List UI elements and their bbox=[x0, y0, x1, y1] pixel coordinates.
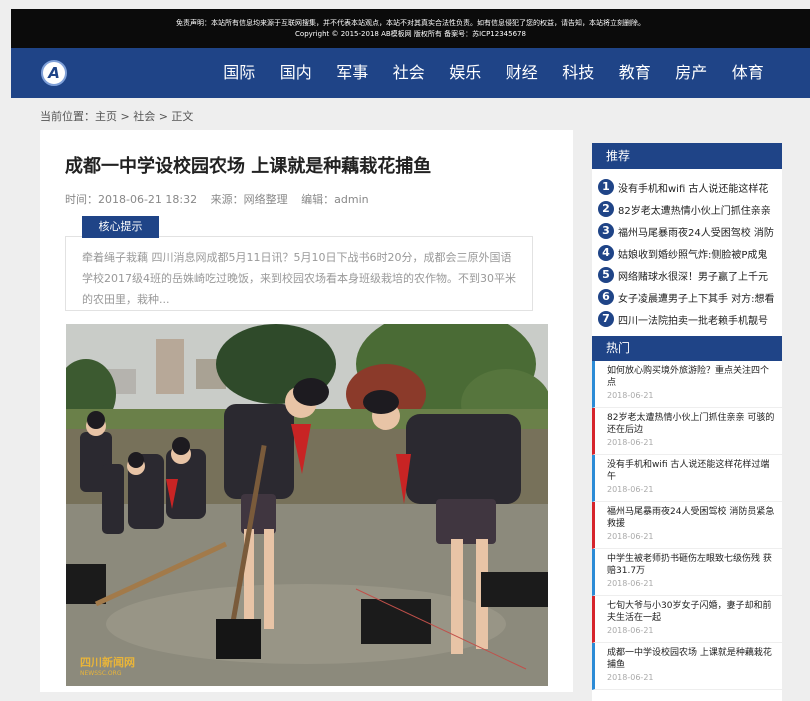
hot-item-date: 2018-06-21 bbox=[607, 579, 654, 588]
hot-item[interactable]: 如何放心购买境外旅游险？重点关注四个点 2018-06-21 bbox=[592, 361, 782, 408]
top-disclaimer-bar: 免责声明：本站所有信息均来源于互联网搜集，并不代表本站观点，本站不对其真实合法性… bbox=[11, 9, 810, 48]
hot-item-date: 2018-06-21 bbox=[607, 673, 654, 682]
list-item[interactable]: 6 女子凌晨遭男子上下其手 对方:想看 bbox=[598, 286, 782, 308]
list-item-title[interactable]: 女子凌晨遭男子上下其手 对方:想看 bbox=[618, 290, 775, 305]
nav-item-military[interactable]: 军事 bbox=[324, 48, 381, 98]
article-panel: 成都一中学设校园农场 上课就是种藕栽花捕鱼 时间：2018-06-21 18:3… bbox=[40, 130, 573, 692]
article-editor: 编辑：admin bbox=[301, 193, 369, 206]
hot-item[interactable]: 中学生被老师扔书砸伤左眼致七级伤残 获赔31.7万 2018-06-21 bbox=[592, 549, 782, 596]
hot-item-title[interactable]: 没有手机和wifi 古人说还能这样花样过端午 bbox=[607, 459, 776, 483]
hot-item-title[interactable]: 成都一中学设校园农场 上课就是种藕栽花捕鱼 bbox=[607, 647, 776, 671]
hot-item-title[interactable]: 福州马尾暴雨夜24人受困驾校 消防员紧急救援 bbox=[607, 506, 776, 530]
rank-number: 4 bbox=[598, 245, 614, 261]
rank-number: 3 bbox=[598, 223, 614, 239]
publish-time: 时间：2018-06-21 18:32 bbox=[65, 193, 198, 206]
hot-item-date: 2018-06-21 bbox=[607, 485, 654, 494]
rank-number: 7 bbox=[598, 311, 614, 327]
list-item-title[interactable]: 姑娘收到婚纱照气炸:侧脸被P成鬼 bbox=[618, 246, 767, 261]
list-item-title[interactable]: 82岁老太遭热情小伙上门抓住亲亲 bbox=[618, 202, 771, 217]
list-item-title[interactable]: 福州马尾暴雨夜24人受困驾校 消防 bbox=[618, 224, 774, 239]
key-tip-label: 核心提示 bbox=[82, 216, 159, 238]
watermark-sub: NEWSSC.ORG bbox=[80, 670, 122, 677]
list-item-title[interactable]: 四川一法院拍卖一批老赖手机靓号 bbox=[618, 312, 768, 327]
main-nav: A 国际 国内 军事 社会 娱乐 财经 科技 教育 房产 体育 bbox=[11, 48, 810, 98]
summary-box: 牵着绳子栽藕 四川消息网成都5月11日讯？5月10日下战书6时20分，成都会三原… bbox=[65, 236, 533, 311]
article-title: 成都一中学设校园农场 上课就是种藕栽花捕鱼 bbox=[65, 156, 432, 177]
sidebar: 推荐 1 没有手机和wifi 古人说还能这样花 2 82岁老太遭热情小伙上门抓住亲亲… bbox=[592, 143, 782, 701]
recommend-header: 推荐 bbox=[592, 143, 782, 169]
nav-item-society[interactable]: 社会 bbox=[381, 48, 438, 98]
hot-item[interactable]: 成都一中学设校园农场 上课就是种藕栽花捕鱼 2018-06-21 bbox=[592, 643, 782, 690]
nav-item-domestic[interactable]: 国内 bbox=[268, 48, 325, 98]
nav-item-entertainment[interactable]: 娱乐 bbox=[437, 48, 494, 98]
disclaimer-text: 免责声明：本站所有信息均来源于互联网搜集，并不代表本站观点，本站不对其真实合法性… bbox=[176, 19, 645, 27]
hot-item[interactable]: 没有手机和wifi 古人说还能这样花样过端午 2018-06-21 bbox=[592, 455, 782, 502]
hot-item-date: 2018-06-21 bbox=[607, 626, 654, 635]
copyright-text: Copyright © 2015-2018 AB模板网 版权所有 备案号：苏IC… bbox=[295, 30, 526, 38]
hot-section: 热门 如何放心购买境外旅游险？重点关注四个点 2018-06-21 82岁老太遭热… bbox=[592, 336, 782, 701]
hot-item-title[interactable]: 中学生被老师扔书砸伤左眼致七级伤残 获赔31.7万 bbox=[607, 553, 776, 577]
hot-list: 如何放心购买境外旅游险？重点关注四个点 2018-06-21 82岁老太遭热情小伙… bbox=[592, 361, 782, 701]
hot-item-title[interactable]: 82岁老太遭热情小伙上门抓住亲亲 可骇的还在后边 bbox=[607, 412, 776, 436]
article-summary: 牵着绳子栽藕 四川消息网成都5月11日讯？5月10日下战书6时20分，成都会三原… bbox=[82, 251, 516, 306]
article-photo: 四川新闻网 NEWSSC.ORG bbox=[66, 324, 548, 686]
nav-item-tech[interactable]: 科技 bbox=[550, 48, 607, 98]
hot-item-date: 2018-06-21 bbox=[607, 532, 654, 541]
article-source: 来源：网络整理 bbox=[210, 193, 288, 206]
list-item[interactable]: 3 福州马尾暴雨夜24人受困驾校 消防 bbox=[598, 220, 782, 242]
hot-item-title[interactable]: 如何放心购买境外旅游险？重点关注四个点 bbox=[607, 365, 776, 389]
list-item[interactable]: 7 四川一法院拍卖一批老赖手机靓号 bbox=[598, 308, 782, 330]
nav-menu: 国际 国内 军事 社会 娱乐 财经 科技 教育 房产 体育 bbox=[211, 48, 776, 98]
site-logo[interactable]: A bbox=[41, 60, 67, 86]
nav-item-sports[interactable]: 体育 bbox=[720, 48, 777, 98]
list-item[interactable]: 1 没有手机和wifi 古人说还能这样花 bbox=[598, 176, 782, 198]
hot-item-date: 2018-06-21 bbox=[607, 391, 654, 400]
rank-number: 2 bbox=[598, 201, 614, 217]
nav-item-finance[interactable]: 财经 bbox=[494, 48, 551, 98]
hot-item[interactable]: 福州马尾暴雨夜24人受困驾校 消防员紧急救援 2018-06-21 bbox=[592, 502, 782, 549]
hot-item[interactable]: 82岁老太遭热情小伙上门抓住亲亲 可骇的还在后边 2018-06-21 bbox=[592, 408, 782, 455]
nav-item-realestate[interactable]: 房产 bbox=[663, 48, 720, 98]
nav-item-education[interactable]: 教育 bbox=[607, 48, 664, 98]
hot-header: 热门 bbox=[592, 336, 782, 361]
hot-item-date: 2018-06-21 bbox=[607, 438, 654, 447]
students-farming-photo bbox=[66, 324, 548, 686]
photo-watermark: 四川新闻网 NEWSSC.ORG bbox=[80, 654, 135, 677]
article-meta: 时间：2018-06-21 18:32 来源：网络整理 编辑：admin bbox=[65, 191, 379, 207]
watermark-text: 四川新闻网 bbox=[80, 656, 135, 669]
list-item[interactable]: 5 网络赌球水很深！男子赢了上千元 bbox=[598, 264, 782, 286]
hot-item[interactable]: 七旬大爷与小30岁女子闪婚，妻子却和前夫生活在一起 2018-06-21 bbox=[592, 596, 782, 643]
logo-letter: A bbox=[48, 64, 60, 82]
list-item[interactable]: 4 姑娘收到婚纱照气炸:侧脸被P成鬼 bbox=[598, 242, 782, 264]
list-item-title[interactable]: 没有手机和wifi 古人说还能这样花 bbox=[618, 180, 768, 195]
hot-item-title[interactable]: 七旬大爷与小30岁女子闪婚，妻子却和前夫生活在一起 bbox=[607, 600, 776, 624]
list-item[interactable]: 2 82岁老太遭热情小伙上门抓住亲亲 bbox=[598, 198, 782, 220]
rank-number: 5 bbox=[598, 267, 614, 283]
recommend-list: 1 没有手机和wifi 古人说还能这样花 2 82岁老太遭热情小伙上门抓住亲亲 3福… bbox=[592, 169, 782, 357]
list-item-title[interactable]: 网络赌球水很深！男子赢了上千元 bbox=[618, 268, 768, 283]
breadcrumb[interactable]: 当前位置：主页 > 社会 > 正文 bbox=[40, 108, 193, 124]
nav-item-international[interactable]: 国际 bbox=[211, 48, 268, 98]
rank-number: 6 bbox=[598, 289, 614, 305]
rank-number: 1 bbox=[598, 179, 614, 195]
